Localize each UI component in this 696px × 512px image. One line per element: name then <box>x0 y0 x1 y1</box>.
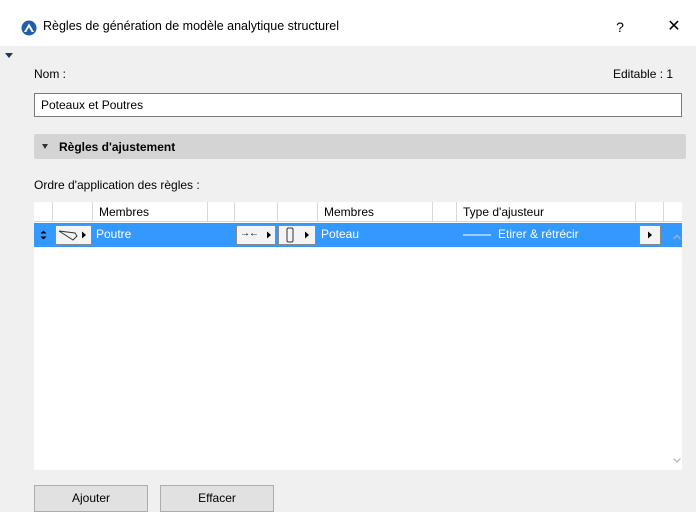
menu-arrow-icon <box>648 231 652 239</box>
delete-button[interactable]: Effacer <box>160 485 274 512</box>
close-button[interactable]: ✕ <box>657 15 691 39</box>
title-bar: Règles de génération de modèle analytiqu… <box>0 0 696 46</box>
line-style-icon <box>463 234 491 236</box>
column-icon <box>286 227 309 243</box>
add-button[interactable]: Ajouter <box>34 485 148 512</box>
header-connector <box>235 202 278 222</box>
beam-icon <box>58 230 86 241</box>
name-field[interactable]: Poteaux et Poutres <box>34 93 682 117</box>
collapse-triangle-icon[interactable] <box>42 144 48 149</box>
table-header: Membres Membres Type d'ajusteur <box>34 202 682 222</box>
window-title: Règles de génération de modèle analytiqu… <box>43 19 340 33</box>
header-spacer-1 <box>208 202 235 222</box>
header-spacer-2 <box>433 202 457 222</box>
menu-arrow-icon <box>82 231 86 239</box>
adjuster-menu-button[interactable] <box>639 225 661 245</box>
table-row[interactable]: Poutre →← Poteau Etirer & rétrécir <box>34 223 682 247</box>
header-icon-2 <box>278 202 318 222</box>
header-members-1[interactable]: Membres <box>93 202 208 222</box>
name-label: Nom : <box>34 67 67 81</box>
section-title: Règles d'ajustement <box>59 140 176 154</box>
header-icon-1 <box>53 202 93 222</box>
member-2-value: Poteau <box>321 227 360 241</box>
scroll-down-icon[interactable] <box>672 455 682 465</box>
help-button[interactable]: ? <box>606 15 634 39</box>
rules-table[interactable]: Membres Membres Type d'ajusteur Poutre →… <box>34 202 682 470</box>
scroll-up-icon[interactable] <box>672 232 682 242</box>
header-menu <box>636 202 664 222</box>
rules-order-label: Ordre d'application des règles : <box>34 178 200 192</box>
adjuster-type-value: Etirer & rétrécir <box>498 227 579 241</box>
adjustment-rules-section[interactable]: Règles d'ajustement <box>34 134 686 159</box>
header-members-2[interactable]: Membres <box>318 202 433 222</box>
header-adjuster-type[interactable]: Type d'ajusteur <box>457 202 636 222</box>
panel-marker-icon <box>5 53 13 58</box>
editable-label: Editable : 1 <box>613 67 674 81</box>
member-1-value: Poutre <box>96 227 132 241</box>
member-2-type-button[interactable] <box>278 225 316 245</box>
connector-button[interactable]: →← <box>236 225 276 245</box>
header-handle <box>34 202 53 222</box>
drag-handle-icon[interactable] <box>34 223 53 247</box>
app-icon <box>21 20 37 36</box>
member-1-type-button[interactable] <box>55 225 92 245</box>
